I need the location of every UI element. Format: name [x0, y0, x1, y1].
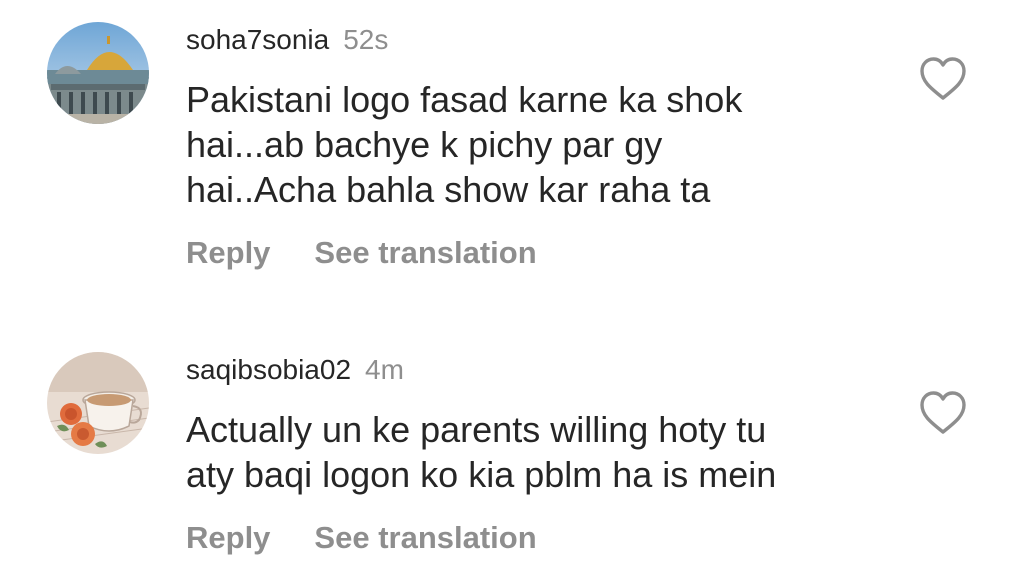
comment-actions: Reply See translation: [186, 518, 537, 558]
reply-button[interactable]: Reply: [186, 518, 270, 558]
coffee-cup-roses-photo-icon: [47, 352, 149, 454]
comment-header: soha7sonia 52s: [186, 22, 388, 58]
heart-outline-icon[interactable]: [918, 390, 968, 436]
comment-text: Actually un ke parents willing hoty tu at…: [186, 407, 886, 497]
heart-outline-icon[interactable]: [918, 56, 968, 102]
comment-text: Pakistani logo fasad karne ka shok hai...…: [186, 77, 886, 212]
comment-text-line: Actually un ke parents willing hoty tu: [186, 409, 767, 450]
timestamp: 4m: [365, 354, 404, 385]
comment-text-line: Pakistani logo fasad karne ka shok: [186, 79, 743, 120]
comment-actions: Reply See translation: [186, 233, 537, 273]
mosque-dome-photo-icon: [47, 22, 149, 124]
comment-header: saqibsobia02 4m: [186, 352, 404, 388]
see-translation-button[interactable]: See translation: [314, 233, 536, 273]
username[interactable]: soha7sonia: [186, 24, 329, 55]
username[interactable]: saqibsobia02: [186, 354, 351, 385]
reply-button[interactable]: Reply: [186, 233, 270, 273]
comment-item: saqibsobia02 4m Actually un ke parents wi…: [0, 352, 1024, 567]
comment-text-line: hai..Acha bahla show kar raha ta: [186, 169, 711, 210]
see-translation-button[interactable]: See translation: [314, 518, 536, 558]
comment-text-line: aty baqi logon ko kia pblm ha is mein: [186, 454, 777, 495]
timestamp: 52s: [343, 24, 389, 55]
avatar[interactable]: [47, 22, 149, 124]
comment-item: soha7sonia 52s Pakistani logo fasad karne…: [0, 22, 1024, 282]
avatar[interactable]: [47, 352, 149, 454]
comment-text-line: hai...ab bachye k pichy par gy: [186, 124, 663, 165]
